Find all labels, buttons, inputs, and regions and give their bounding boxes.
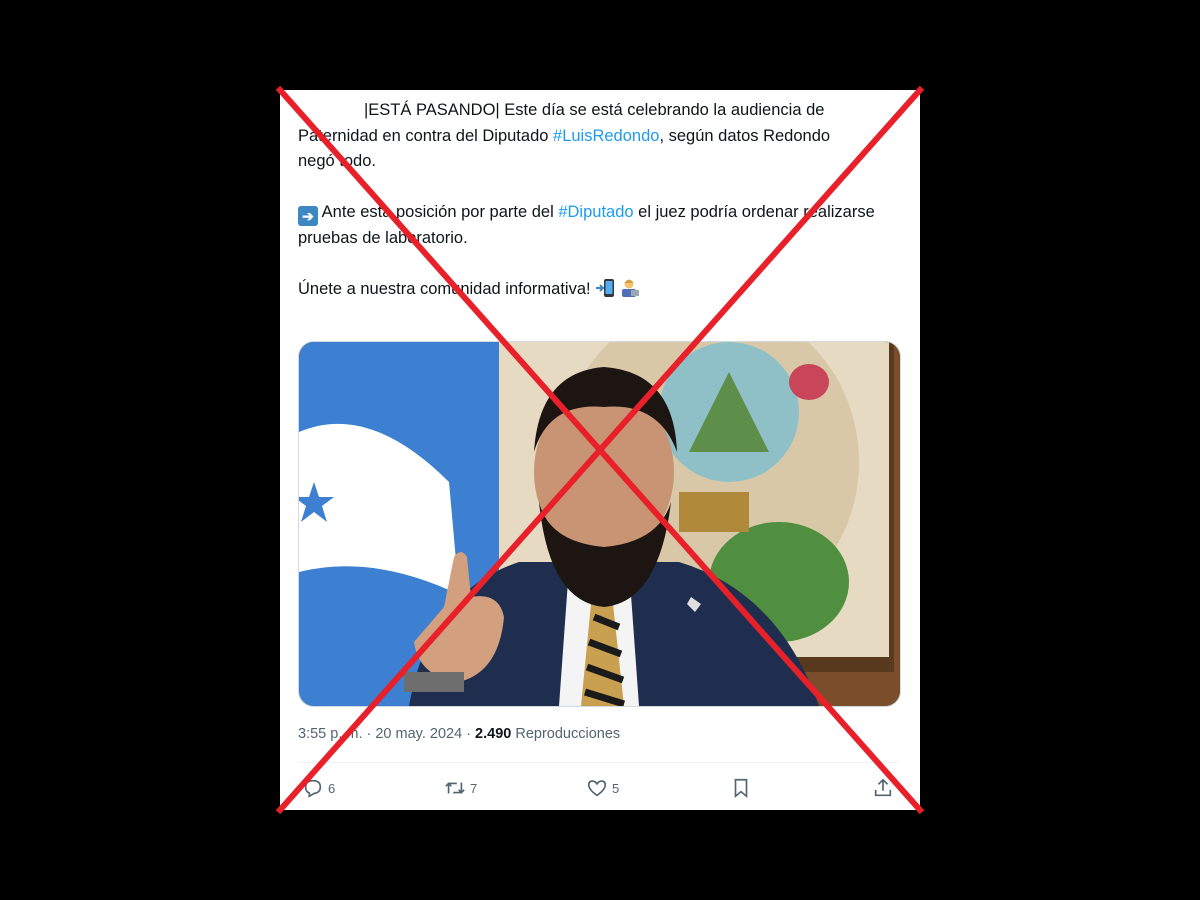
like-button[interactable]: 5 bbox=[586, 774, 619, 802]
tweet-p3: Únete a nuestra comunidad informativa! bbox=[298, 280, 596, 298]
reply-icon bbox=[304, 779, 322, 798]
tweet-p2-prefix: Ante esta posición por parte del bbox=[318, 203, 559, 221]
retweet-button[interactable]: 7 bbox=[444, 774, 477, 802]
mobile-arrow-emoji bbox=[596, 279, 615, 297]
tweet-line-2: Paternidad en contra del Diputado bbox=[298, 126, 554, 145]
tweet-text: |ESTÁ PASANDO| Este día se está celebran… bbox=[298, 98, 898, 328]
tweet-line-3: negó todo. bbox=[298, 152, 376, 170]
tweet-line-1: |ESTÁ PASANDO| Este día se está celebran… bbox=[364, 101, 825, 119]
retweet-icon bbox=[445, 782, 465, 794]
hashtag-luisredondo[interactable]: #LuisRedondo bbox=[553, 127, 659, 145]
share-button[interactable] bbox=[872, 774, 894, 802]
reply-count: 6 bbox=[328, 780, 336, 796]
bookmark-icon bbox=[734, 778, 748, 799]
reply-button[interactable]: 6 bbox=[302, 774, 335, 802]
view-label: Reproducciones bbox=[511, 726, 621, 742]
action-bar: 6 7 5 bbox=[298, 774, 903, 802]
tweet-timestamp[interactable]: 3:55 p. m. · 20 may. 2024 · bbox=[298, 726, 475, 742]
tweet-photo-image bbox=[299, 342, 900, 706]
tweet-card: |ESTÁ PASANDO| Este día se está celebran… bbox=[280, 90, 920, 810]
retweet-count: 7 bbox=[470, 780, 478, 796]
tweet-line-2-suffix: , según datos Redondo bbox=[659, 126, 831, 145]
technologist-emoji bbox=[621, 279, 639, 297]
like-icon bbox=[587, 780, 607, 797]
hashtag-diputado[interactable]: #Diputado bbox=[558, 203, 633, 221]
tweet-photo[interactable] bbox=[298, 341, 901, 707]
share-icon bbox=[874, 778, 892, 797]
divider bbox=[298, 762, 899, 763]
like-count: 5 bbox=[612, 780, 620, 796]
bookmark-button[interactable] bbox=[730, 774, 752, 802]
right-arrow-emoji: ➔ bbox=[298, 206, 318, 226]
view-count: 2.490 bbox=[475, 726, 512, 742]
tweet-meta: 3:55 p. m. · 20 may. 2024 · 2.490 Reprod… bbox=[298, 726, 620, 742]
